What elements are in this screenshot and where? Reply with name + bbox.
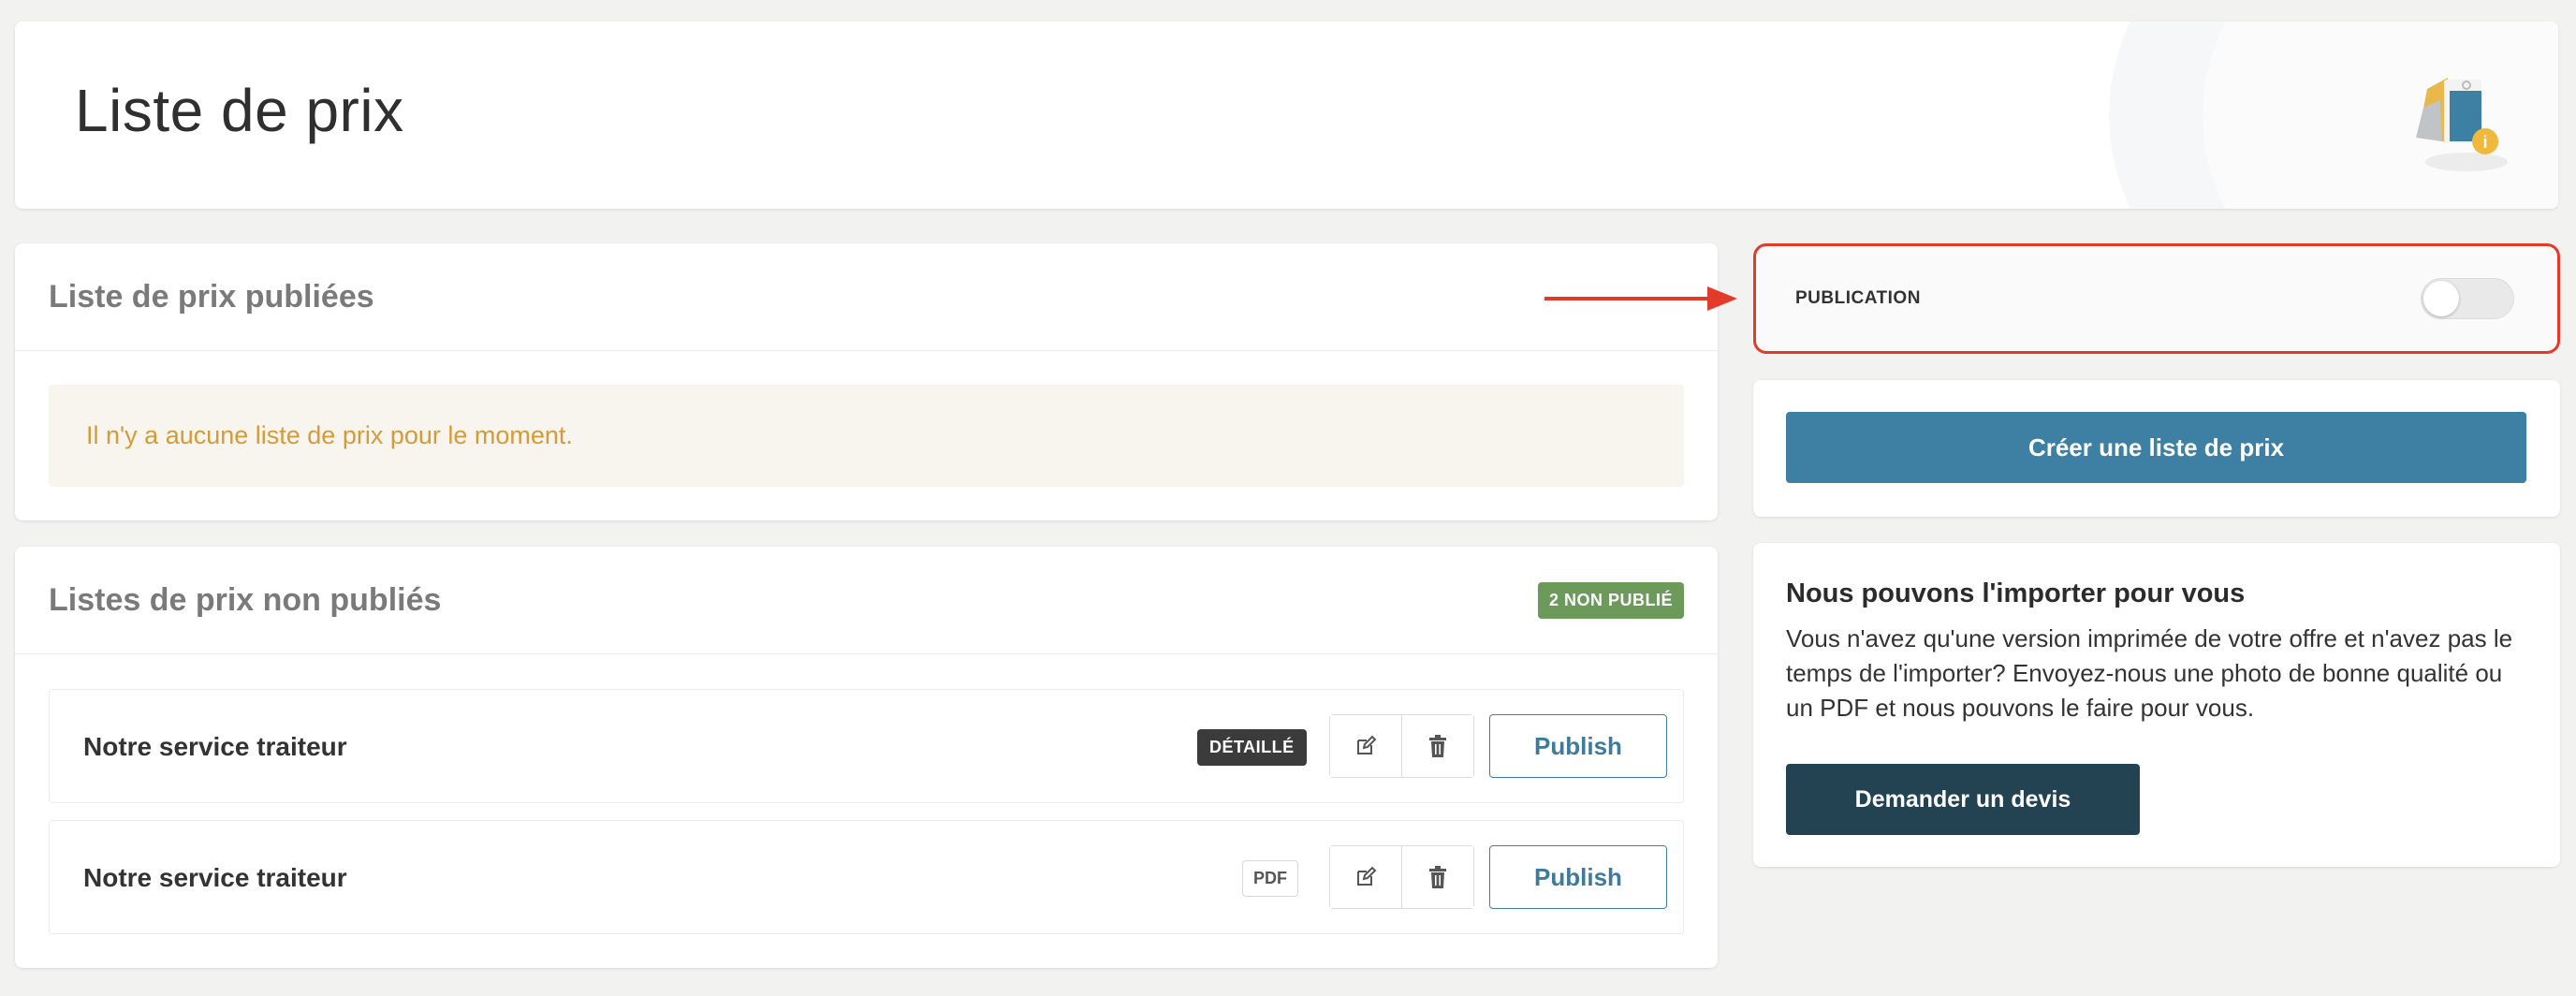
annotation-arrow-icon bbox=[1544, 286, 1737, 311]
empty-state-message: Il n'y a aucune liste de prix pour le mo… bbox=[49, 385, 1684, 487]
import-service-card: Nous pouvons l'importer pour vous Vous n… bbox=[1753, 543, 2560, 867]
trash-icon bbox=[1429, 866, 1446, 888]
edit-icon bbox=[1357, 735, 1377, 754]
edit-button[interactable] bbox=[1330, 715, 1401, 777]
row-actions bbox=[1329, 845, 1474, 909]
price-list-name: Notre service traiteur bbox=[83, 863, 347, 892]
publish-button[interactable]: Publish bbox=[1489, 845, 1667, 909]
card-title: Liste de prix publiées bbox=[49, 278, 374, 315]
unpublished-count-badge: 2 NON PUBLIÉ bbox=[1537, 581, 1684, 619]
publication-toggle-panel: PUBLICATION bbox=[1753, 243, 2560, 354]
unpublished-price-lists-card: Listes de prix non publiés 2 NON PUBLIÉ … bbox=[15, 547, 1718, 968]
edit-icon bbox=[1357, 866, 1377, 886]
list-item: Notre service traiteur DÉTAILLÉ Publish bbox=[49, 689, 1684, 803]
page: Liste de prix i Liste de prix publiées I… bbox=[0, 0, 2576, 996]
price-list-name: Notre service traiteur bbox=[83, 732, 347, 761]
publish-button[interactable]: Publish bbox=[1489, 714, 1667, 778]
edit-button[interactable] bbox=[1330, 846, 1401, 908]
import-description: Vous n'avez qu'une version imprimée de v… bbox=[1786, 624, 2513, 722]
list-item: Notre service traiteur PDF Publish bbox=[49, 820, 1684, 934]
delete-button[interactable] bbox=[1401, 846, 1473, 908]
price-tag-info-icon: i bbox=[2416, 78, 2508, 171]
page-title: Liste de prix bbox=[75, 77, 404, 144]
publication-toggle[interactable] bbox=[2421, 278, 2514, 319]
card-title: Listes de prix non publiés bbox=[49, 581, 442, 618]
toggle-knob bbox=[2423, 281, 2459, 316]
row-actions bbox=[1329, 714, 1474, 778]
price-list-type-tag: PDF bbox=[1242, 860, 1298, 897]
create-price-list-card: Créer une liste de prix bbox=[1753, 380, 2560, 517]
request-quote-button[interactable]: Demander un devis bbox=[1786, 764, 2140, 835]
publication-label: PUBLICATION bbox=[1795, 288, 1921, 308]
published-price-lists-card: Liste de prix publiées Il n'y a aucune l… bbox=[15, 243, 1718, 520]
svg-text:i: i bbox=[2482, 133, 2487, 152]
trash-icon bbox=[1429, 735, 1446, 757]
card-header: Listes de prix non publiés 2 NON PUBLIÉ bbox=[15, 547, 1718, 654]
price-list-type-tag: DÉTAILLÉ bbox=[1197, 729, 1307, 766]
card-header: Liste de prix publiées bbox=[15, 243, 1718, 351]
import-title: Nous pouvons l'importer pour vous bbox=[1786, 579, 2246, 608]
create-price-list-button[interactable]: Créer une liste de prix bbox=[1786, 412, 2526, 483]
delete-button[interactable] bbox=[1401, 715, 1473, 777]
page-header: Liste de prix i bbox=[15, 22, 2558, 209]
